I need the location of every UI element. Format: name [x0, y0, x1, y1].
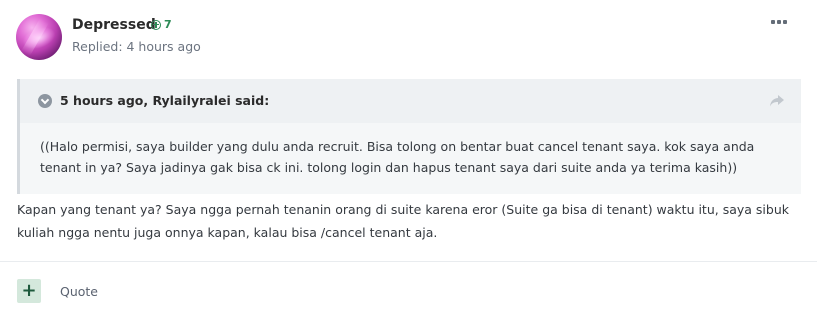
quote-button[interactable]: Quote	[60, 284, 98, 299]
post-timestamp: Replied: 4 hours ago	[72, 39, 201, 54]
share-arrow-icon[interactable]	[769, 94, 785, 108]
plus-circle-icon	[151, 19, 161, 30]
reputation-count: 7	[164, 18, 172, 31]
avatar[interactable]	[16, 14, 62, 60]
reputation-badge: 7	[151, 18, 172, 31]
more-options-button[interactable]	[771, 20, 787, 24]
more-horizontal-icon	[771, 20, 775, 24]
post-content: Kapan yang tenant ya? Saya ngga pernah t…	[17, 202, 789, 240]
divider	[0, 261, 817, 262]
quote-citation[interactable]: 5 hours ago, Rylailyralei said:	[60, 93, 269, 108]
quote-header: 5 hours ago, Rylailyralei said:	[20, 79, 801, 123]
chevron-down-circle-icon[interactable]	[38, 94, 52, 108]
quote-block: 5 hours ago, Rylailyralei said: ((Halo p…	[17, 79, 801, 194]
add-reaction-button[interactable]: +	[17, 279, 41, 303]
author-name[interactable]: Depressed	[72, 17, 156, 33]
quote-text: ((Halo permisi, saya builder yang dulu a…	[40, 139, 755, 175]
